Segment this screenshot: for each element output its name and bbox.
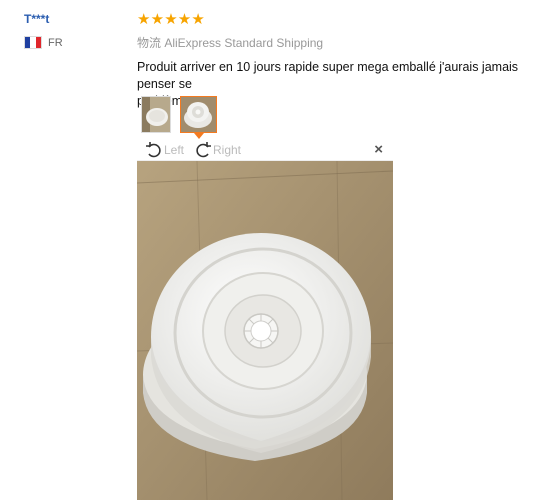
photo-viewer: Left Right × xyxy=(137,140,393,500)
reviewer-name: T***t xyxy=(24,12,50,26)
rotate-left-label: Left xyxy=(164,143,185,157)
review-photo-thumbnail-selected[interactable] xyxy=(180,96,217,133)
star-icon: ★ xyxy=(137,11,151,28)
country-code: FR xyxy=(48,36,63,49)
rotate-right-icon xyxy=(196,142,211,158)
rotate-right-label: Right xyxy=(213,143,242,157)
star-icon: ★ xyxy=(164,11,178,28)
review-photo-thumbnails xyxy=(141,96,217,133)
reviewer-country: FR xyxy=(24,36,63,49)
rotate-left-button[interactable]: Left xyxy=(145,140,184,160)
star-icon: ★ xyxy=(150,11,165,28)
star-rating: ★ ★ ★ ★ ★ xyxy=(137,12,556,28)
france-flag-icon xyxy=(24,36,42,49)
rotate-left-icon xyxy=(146,142,161,158)
review-photo-large xyxy=(137,161,393,500)
close-viewer-button[interactable]: × xyxy=(374,142,383,158)
rotate-right-button[interactable]: Right xyxy=(194,140,241,160)
reviewer-info: T***t FR xyxy=(24,12,63,49)
photo-viewer-toolbar: Left Right × xyxy=(137,140,393,161)
selected-thumbnail-caret xyxy=(194,133,204,139)
shipping-method: 物流 AliExpress Standard Shipping xyxy=(137,36,324,50)
star-icon: ★ xyxy=(177,11,192,28)
star-icon: ★ xyxy=(191,11,205,28)
review-photo-thumbnail[interactable] xyxy=(141,96,171,133)
